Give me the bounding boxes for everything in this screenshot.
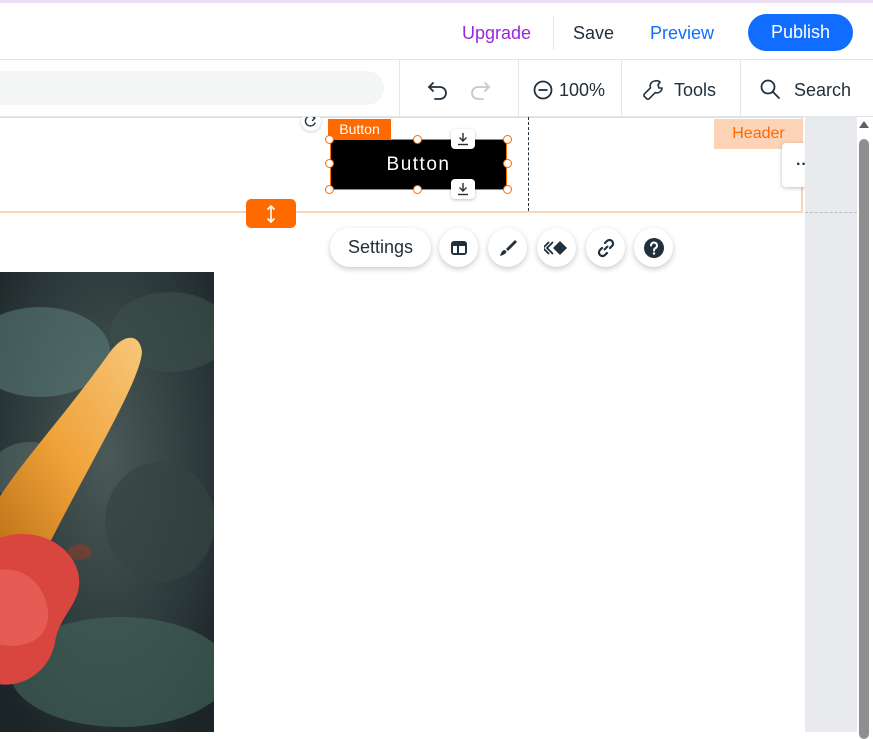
design-brush-icon[interactable] [488, 228, 527, 267]
guide-line [528, 117, 529, 211]
editor-canvas[interactable]: Header Button Button ··· Settings [0, 117, 805, 732]
search-button[interactable]: Search [794, 80, 851, 101]
link-icon[interactable] [586, 228, 625, 267]
tools-button[interactable]: Tools [674, 80, 716, 101]
preview-button[interactable]: Preview [650, 23, 714, 44]
element-type-label: Button [328, 119, 391, 139]
settings-button[interactable]: Settings [330, 228, 431, 267]
resize-handle-top-right[interactable] [503, 135, 512, 144]
resize-handle-top[interactable] [413, 135, 422, 144]
redo-icon[interactable] [466, 76, 494, 104]
divider [518, 60, 519, 117]
divider [740, 60, 741, 117]
search-icon[interactable] [758, 77, 782, 101]
resize-handle-top-left[interactable] [325, 135, 334, 144]
divider [399, 60, 400, 117]
resize-handle-bottom-left[interactable] [325, 185, 334, 194]
tools-icon[interactable] [640, 77, 666, 103]
zoom-level[interactable]: 100% [559, 80, 605, 101]
divider [553, 16, 554, 50]
editor-toolbar: 100% Tools Search [0, 60, 873, 117]
anchor-icon[interactable] [451, 129, 475, 149]
anchor-icon[interactable] [451, 179, 475, 199]
publish-button[interactable]: Publish [748, 14, 853, 51]
save-button[interactable]: Save [573, 23, 614, 44]
zoom-out-icon[interactable] [531, 78, 555, 102]
more-icon[interactable]: ··· [782, 143, 805, 187]
scrollbar[interactable] [857, 117, 873, 739]
upgrade-link[interactable]: Upgrade [462, 23, 531, 44]
scroll-up-arrow-icon[interactable] [859, 121, 869, 128]
resize-handle-bottom-right[interactable] [503, 185, 512, 194]
divider [621, 60, 622, 117]
top-bar: Upgrade Save Preview Publish [0, 0, 873, 60]
resize-handle-left[interactable] [325, 159, 334, 168]
help-icon[interactable] [634, 228, 673, 267]
stretch-icon[interactable] [246, 199, 296, 228]
scrollbar-thumb[interactable] [859, 139, 869, 739]
section-divider [805, 212, 857, 213]
layout-icon[interactable] [439, 228, 478, 267]
canvas-gutter [805, 117, 857, 732]
undo-icon[interactable] [424, 76, 452, 104]
animation-icon[interactable] [537, 228, 576, 267]
starfish-image[interactable] [0, 272, 214, 732]
selected-button-element[interactable]: Button [330, 139, 507, 190]
resize-handle-bottom[interactable] [413, 185, 422, 194]
address-bar[interactable] [0, 71, 384, 105]
resize-handle-right[interactable] [503, 159, 512, 168]
